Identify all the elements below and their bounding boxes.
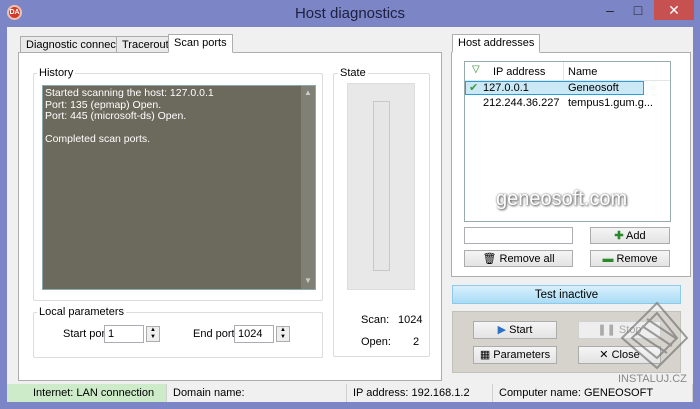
title-bar: DA Host diagnostics – □ ✕ [0,0,700,27]
host-address-input[interactable] [464,227,573,244]
end-port-label: End port: [193,328,238,340]
minimize-button[interactable]: – [596,0,624,20]
parameters-icon: ▦ [479,349,491,361]
maximize-button[interactable]: □ [624,0,652,20]
open-label: Open: [361,336,391,348]
start-port-stepper[interactable]: ▲ ▼ [146,326,160,342]
trash-icon: 🗑 [482,253,497,265]
remove-all-label: Remove all [499,253,555,265]
status-computer: Computer name: GENEOSOFT [493,384,693,402]
host-name: Geneosoft [568,82,619,94]
status-ip: IP address: 192.168.1.2 [347,384,493,402]
scan-value: 1024 [398,314,423,326]
state-label: State [338,67,368,79]
host-name[interactable]: tempus1.gum.g... [568,97,653,109]
scan-label: Scan: [361,314,390,326]
history-line: Started scanning the host: 127.0.0.1 [45,87,214,99]
column-name[interactable]: Name [568,66,597,78]
status-internet: Internet: LAN connection [7,384,167,402]
tab-scan-ports[interactable]: Scan ports [168,34,233,53]
end-port-stepper[interactable]: ▲ ▼ [276,326,290,342]
history-log: Started scanning the host: 127.0.0.1 Por… [42,85,316,290]
column-divider [563,62,564,81]
check-icon: ✔ [469,82,479,94]
host-ip: 127.0.0.1 [483,82,529,94]
add-button[interactable]: ✚ Add [590,227,670,244]
tab-host-addresses[interactable]: Host addresses [452,34,541,53]
start-port-input[interactable]: 1 [104,325,144,343]
start-button[interactable]: ▶ Start [473,321,557,339]
local-parameters-label: Local parameters [37,306,126,318]
history-label: History [37,67,76,79]
parameters-button[interactable]: ▦ Parameters [473,346,557,364]
status-domain: Domain name: [167,384,347,402]
window-title: Host diagnostics [294,5,406,22]
watermark-logo: geneosoft.com [496,188,628,210]
close-icon: ✕ [599,349,609,361]
close-window-button[interactable]: ✕ [654,0,694,20]
remove-label: Remove [616,253,658,265]
scroll-up-icon[interactable]: ▲ [304,88,312,97]
scroll-down-icon[interactable]: ▼ [304,276,312,285]
plus-icon: ✚ [614,230,624,242]
parameters-label: Parameters [493,349,551,361]
add-label: Add [626,230,646,242]
watermark-stamp-icon [620,301,689,370]
history-line: Completed scan ports. [45,133,151,145]
play-icon: ▶ [497,324,507,336]
column-ip[interactable]: IP address [493,66,545,78]
scan-progress-bar [373,101,390,271]
host-ip[interactable]: 212.244.36.227 [483,97,559,109]
open-value: 2 [413,336,420,348]
history-line: Port: 445 (microsoft-ds) Open. [45,110,187,122]
start-label: Start [509,324,533,336]
sort-icon[interactable]: ▽ [472,64,480,75]
remove-all-button[interactable]: 🗑 Remove all [464,250,573,267]
history-scrollbar[interactable] [301,86,315,289]
remove-button[interactable]: ▬ Remove [590,250,670,267]
minus-icon: ▬ [602,253,614,265]
end-port-input[interactable]: 1024 [234,325,274,343]
